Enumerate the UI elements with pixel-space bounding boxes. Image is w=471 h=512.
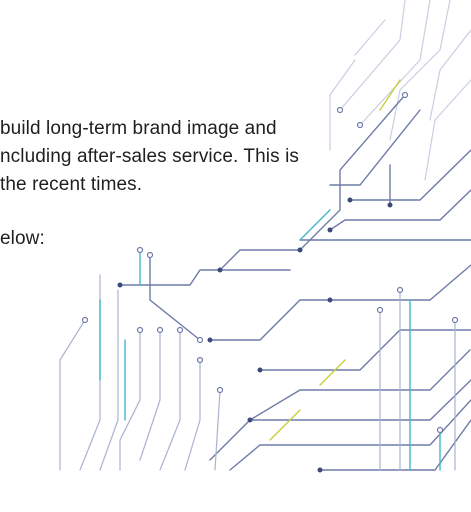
text-line-2: ncluding after-sales service. This is (0, 146, 300, 167)
document-text: build long-term brand image and ncluding… (0, 0, 471, 512)
text-line-3: the recent times. (0, 174, 143, 195)
text-line-1: build long-term brand image and (0, 118, 277, 139)
text-line-4: elow: (0, 228, 45, 249)
